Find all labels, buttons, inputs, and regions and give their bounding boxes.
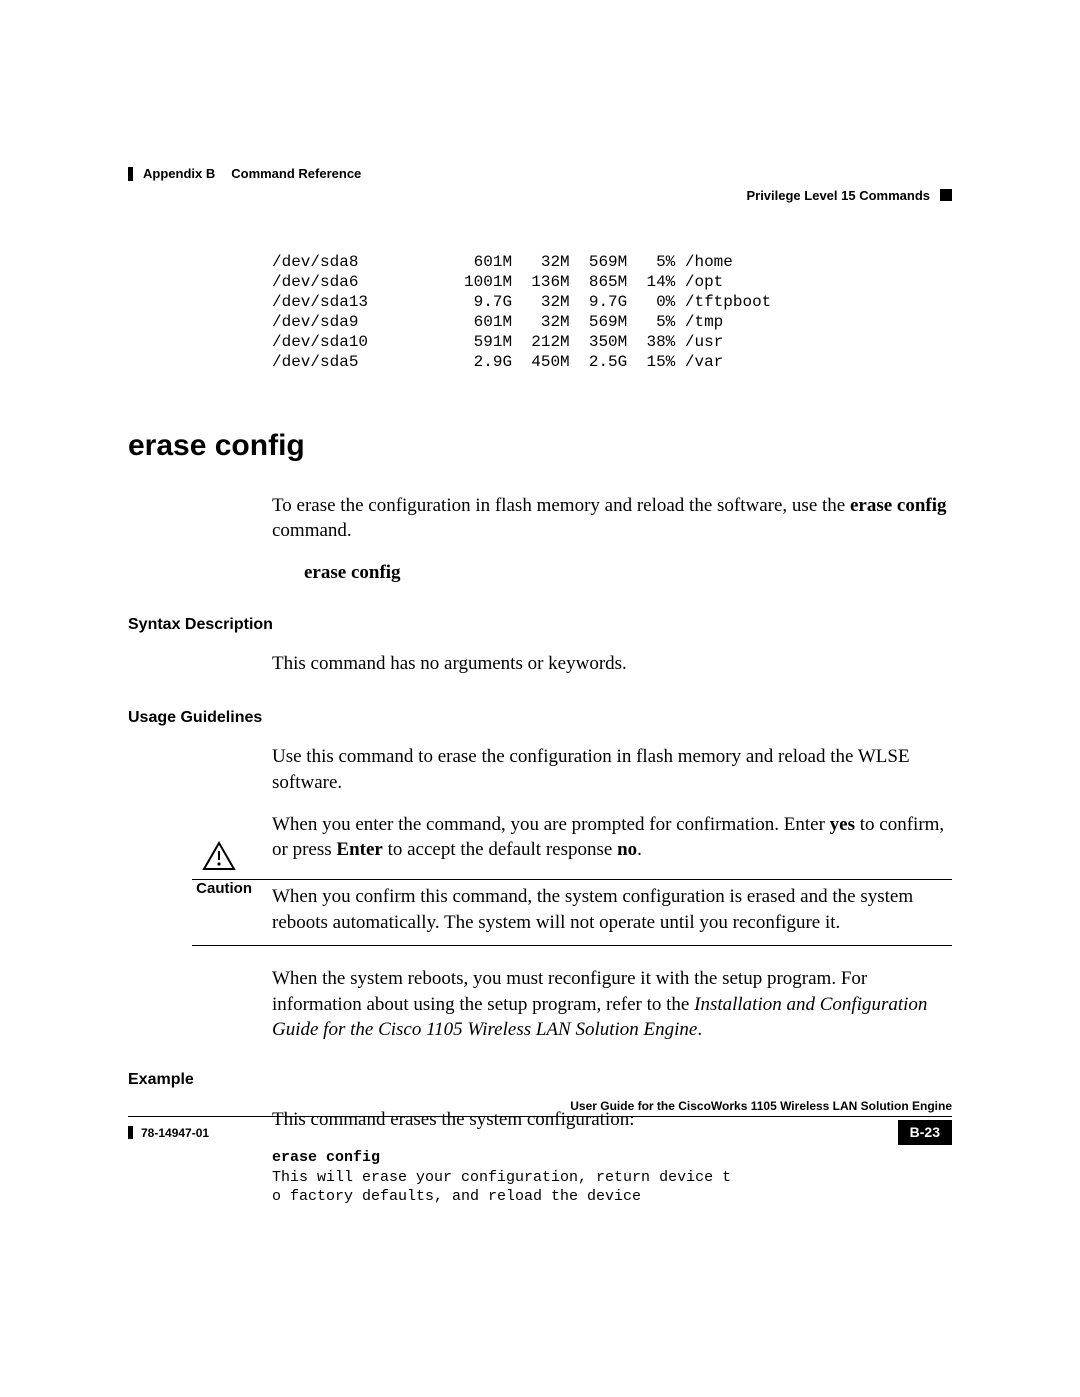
running-header-left: Appendix B Command Reference xyxy=(128,165,952,183)
post-caution-paragraph: When the system reboots, you must reconf… xyxy=(272,966,952,1043)
syntax-description-text: This command has no arguments or keyword… xyxy=(272,651,952,677)
example-head: Example xyxy=(128,1069,952,1091)
caution-block: Caution When you confirm this command, t… xyxy=(128,879,952,946)
footer-guide-title: User Guide for the CiscoWorks 1105 Wirel… xyxy=(570,1098,952,1114)
caution-triangle-icon xyxy=(202,841,236,879)
page-footer: User Guide for the CiscoWorks 1105 Wirel… xyxy=(128,1098,952,1145)
intro-paragraph: To erase the configuration in flash memo… xyxy=(272,493,952,544)
footer-bar-icon xyxy=(128,1126,133,1139)
command-title: erase config xyxy=(128,426,952,467)
usage-paragraph-2: When you enter the command, you are prom… xyxy=(272,812,952,863)
disk-usage-output: /dev/sda8 601M 32M 569M 5% /home /dev/sd… xyxy=(272,252,952,372)
usage-paragraph-1: Use this command to erase the configurat… xyxy=(272,744,952,795)
header-square-icon xyxy=(940,189,952,201)
publication-number: 78-14947-01 xyxy=(141,1125,209,1141)
running-header-right: Privilege Level 15 Commands xyxy=(128,187,952,205)
page-number: B-23 xyxy=(898,1120,952,1145)
syntax-description-head: Syntax Description xyxy=(128,614,952,636)
caution-text: When you confirm this command, the syste… xyxy=(272,886,913,933)
caution-label: Caution xyxy=(196,879,252,899)
usage-guidelines-head: Usage Guidelines xyxy=(128,707,952,729)
header-bar-icon xyxy=(128,167,133,181)
document-page: Appendix B Command Reference Privilege L… xyxy=(0,0,1080,1287)
appendix-label: Appendix B xyxy=(143,165,215,183)
chapter-label: Command Reference xyxy=(231,165,361,183)
syntax-line: erase config xyxy=(304,560,952,586)
section-label: Privilege Level 15 Commands xyxy=(746,187,930,205)
example-code-output: erase config This will erase your config… xyxy=(272,1148,952,1207)
